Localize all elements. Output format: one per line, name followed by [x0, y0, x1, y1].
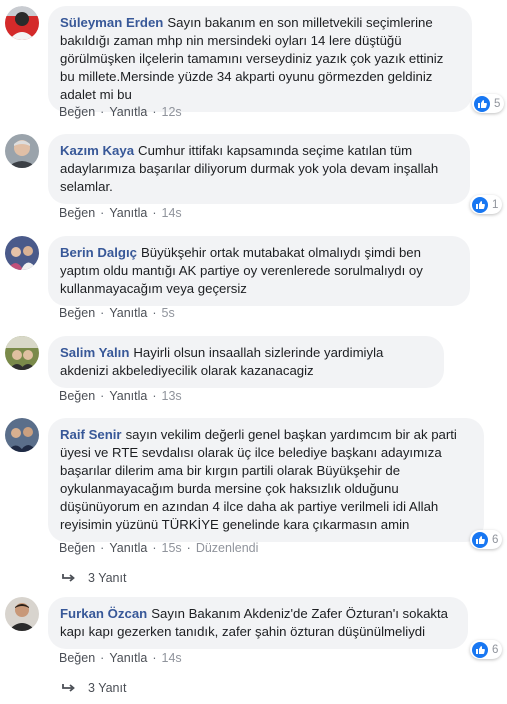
- reply-button[interactable]: Yanıtla: [109, 206, 147, 220]
- reaction-count[interactable]: 6: [470, 530, 503, 549]
- comment-bubble: Süleyman Erden Sayın bakanım en son mille…: [48, 6, 472, 112]
- comment-author[interactable]: Kazım Kaya: [60, 143, 134, 158]
- reply-button[interactable]: Yanıtla: [109, 389, 147, 403]
- like-button[interactable]: Beğen: [59, 389, 95, 403]
- like-button[interactable]: Beğen: [59, 306, 95, 320]
- reply-button[interactable]: Yanıtla: [109, 541, 147, 555]
- reply-button[interactable]: Yanıtla: [109, 651, 147, 665]
- avatar[interactable]: [5, 418, 39, 452]
- comment-text: sayın vekilim değerli genel başkan yardı…: [60, 427, 457, 532]
- like-icon: [472, 196, 488, 213]
- comment-time[interactable]: 14s: [162, 206, 182, 220]
- avatar[interactable]: [5, 134, 39, 168]
- reply-button[interactable]: Yanıtla: [109, 105, 147, 119]
- like-icon: [472, 531, 488, 548]
- comment-bubble: Salim Yalın Hayirli olsun insaallah sizle…: [48, 336, 444, 388]
- comment-author[interactable]: Süleyman Erden: [60, 15, 163, 30]
- comment-time[interactable]: 14s: [162, 651, 182, 665]
- reaction-number: 6: [492, 643, 499, 656]
- comment-actions: Beğen · Yanıtla · 14s: [59, 651, 182, 665]
- view-replies-link[interactable]: 3 Yanıt: [62, 571, 126, 585]
- like-icon: [474, 95, 490, 112]
- reply-arrow-icon: [62, 574, 75, 582]
- like-button[interactable]: Beğen: [59, 105, 95, 119]
- comment-actions: Beğen · Yanıtla · 5s: [59, 306, 175, 320]
- comment-actions: Beğen · Yanıtla · 15s · Düzenlendi: [59, 541, 259, 555]
- edited-label[interactable]: Düzenlendi: [196, 541, 259, 555]
- avatar[interactable]: [5, 6, 39, 40]
- comment-actions: Beğen · Yanıtla · 13s: [59, 389, 182, 403]
- comment-time[interactable]: 12s: [162, 105, 182, 119]
- like-icon: [472, 641, 488, 658]
- comment-time[interactable]: 5s: [162, 306, 175, 320]
- comment-author[interactable]: Berin Dalgıç: [60, 245, 137, 260]
- avatar[interactable]: [5, 236, 39, 270]
- avatar[interactable]: [5, 597, 39, 631]
- comment-time[interactable]: 13s: [162, 389, 182, 403]
- reaction-count[interactable]: 1: [470, 195, 503, 214]
- comment-time[interactable]: 15s: [162, 541, 182, 555]
- comment-bubble: Furkan Özcan Sayın Bakanım Akdeniz'de Zaf…: [48, 597, 468, 649]
- replies-count: 3 Yanıt: [88, 681, 127, 695]
- comment-author[interactable]: Raif Senir: [60, 427, 122, 442]
- like-button[interactable]: Beğen: [59, 206, 95, 220]
- comment-bubble: Berin Dalgıç Büyükşehir ortak mutabakat o…: [48, 236, 470, 306]
- reply-button[interactable]: Yanıtla: [109, 306, 147, 320]
- comment-author[interactable]: Furkan Özcan: [60, 606, 147, 621]
- comment-bubble: Raif Senir sayın vekilim değerli genel ba…: [48, 418, 484, 542]
- avatar[interactable]: [5, 336, 39, 370]
- replies-count: 3 Yanıt: [88, 571, 127, 585]
- like-button[interactable]: Beğen: [59, 541, 95, 555]
- reaction-number: 6: [492, 533, 499, 546]
- reaction-count[interactable]: 5: [472, 94, 505, 113]
- reaction-number: 1: [492, 198, 499, 211]
- comment-actions: Beğen · Yanıtla · 12s: [59, 105, 182, 119]
- view-replies-link[interactable]: 3 Yanıt: [62, 681, 126, 695]
- comment-author[interactable]: Salim Yalın: [60, 345, 129, 360]
- comment-bubble: Kazım Kaya Cumhur ittifakı kapsamında seç…: [48, 134, 470, 204]
- reply-arrow-icon: [62, 684, 75, 692]
- comment-actions: Beğen · Yanıtla · 14s: [59, 206, 182, 220]
- like-button[interactable]: Beğen: [59, 651, 95, 665]
- reaction-count[interactable]: 6: [470, 640, 503, 659]
- reaction-number: 5: [494, 97, 501, 110]
